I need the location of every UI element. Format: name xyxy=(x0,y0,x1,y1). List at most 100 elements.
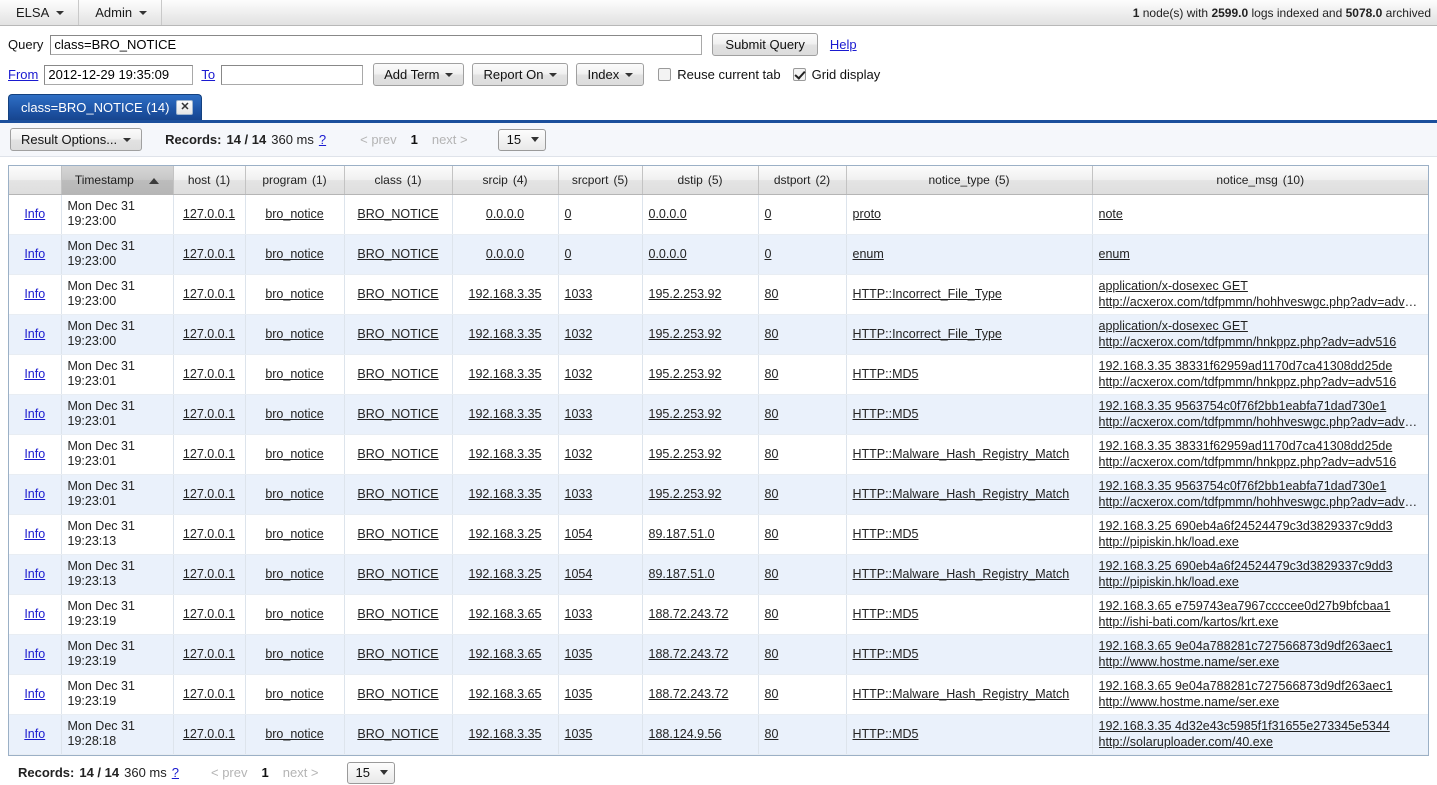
info-link[interactable]: Info xyxy=(24,447,45,461)
class-link[interactable]: BRO_NOTICE xyxy=(357,567,438,581)
srcip-link[interactable]: 192.168.3.65 xyxy=(469,647,542,661)
dstip-link[interactable]: 188.72.243.72 xyxy=(649,607,729,621)
srcport-link[interactable]: 1035 xyxy=(565,727,593,741)
notice-msg-link-1[interactable]: 192.168.3.25 690eb4a6f24524479c3d3829337… xyxy=(1099,519,1393,533)
from-label[interactable]: From xyxy=(8,67,38,82)
notice-type-link[interactable]: HTTP::Malware_Hash_Registry_Match xyxy=(853,687,1070,701)
footer-records-help-icon[interactable]: ? xyxy=(172,765,179,780)
class-link[interactable]: BRO_NOTICE xyxy=(357,687,438,701)
dstport-link[interactable]: 80 xyxy=(765,527,779,541)
current-page-number[interactable]: 1 xyxy=(411,132,418,147)
host-link[interactable]: 127.0.0.1 xyxy=(183,367,235,381)
menu-item-elsa[interactable]: ELSA xyxy=(0,0,80,25)
host-link[interactable]: 127.0.0.1 xyxy=(183,447,235,461)
srcport-link[interactable]: 1035 xyxy=(565,687,593,701)
srcip-link[interactable]: 192.168.3.25 xyxy=(469,567,542,581)
notice-msg-link-2[interactable]: http://pipiskin.hk/load.exe xyxy=(1099,535,1239,549)
prev-page-button[interactable]: < prev xyxy=(360,132,397,147)
info-link[interactable]: Info xyxy=(24,687,45,701)
dstport-link[interactable]: 80 xyxy=(765,447,779,461)
class-link[interactable]: BRO_NOTICE xyxy=(357,407,438,421)
notice-msg-link-1[interactable]: 192.168.3.35 4d32e43c5985f1f31655e273345… xyxy=(1099,719,1390,733)
info-link[interactable]: Info xyxy=(24,727,45,741)
info-link[interactable]: Info xyxy=(24,407,45,421)
dstport-link[interactable]: 80 xyxy=(765,287,779,301)
column-header-dstip[interactable]: dstip (5) xyxy=(642,166,759,195)
column-header-class[interactable]: class (1) xyxy=(344,166,453,195)
notice-msg-link-1[interactable]: 192.168.3.25 690eb4a6f24524479c3d3829337… xyxy=(1099,559,1393,573)
info-link[interactable]: Info xyxy=(24,367,45,381)
notice-msg-link-1[interactable]: 192.168.3.35 38331f62959ad1170d7ca41308d… xyxy=(1099,439,1393,453)
srcport-link[interactable]: 0 xyxy=(565,207,572,221)
dstport-link[interactable]: 80 xyxy=(765,647,779,661)
column-header-srcport[interactable]: srcport (5) xyxy=(558,166,643,195)
notice-type-link[interactable]: HTTP::Malware_Hash_Registry_Match xyxy=(853,567,1070,581)
grid-display-checkbox[interactable] xyxy=(792,68,806,81)
to-label[interactable]: To xyxy=(201,67,215,82)
notice-type-link[interactable]: HTTP::Malware_Hash_Registry_Match xyxy=(853,487,1070,501)
srcip-link[interactable]: 0.0.0.0 xyxy=(486,207,524,221)
dstport-link[interactable]: 0 xyxy=(765,207,772,221)
srcip-link[interactable]: 192.168.3.65 xyxy=(469,607,542,621)
dstip-link[interactable]: 89.187.51.0 xyxy=(649,527,715,541)
dstport-link[interactable]: 80 xyxy=(765,687,779,701)
footer-page-size-select[interactable]: 15 xyxy=(346,761,395,784)
dstip-link[interactable]: 195.2.253.92 xyxy=(649,447,722,461)
notice-msg-link-2[interactable]: http://acxerox.com/tdfpmmn/hohhveswgc.ph… xyxy=(1099,295,1423,309)
dstport-link[interactable]: 80 xyxy=(765,327,779,341)
program-link[interactable]: bro_notice xyxy=(265,647,323,661)
program-link[interactable]: bro_notice xyxy=(265,207,323,221)
submit-query-button[interactable]: Submit Query xyxy=(712,33,818,56)
program-link[interactable]: bro_notice xyxy=(265,567,323,581)
srcport-link[interactable]: 1033 xyxy=(565,287,593,301)
dstip-link[interactable]: 89.187.51.0 xyxy=(649,567,715,581)
notice-msg-link-2[interactable]: http://acxerox.com/tdfpmmn/hnkppz.php?ad… xyxy=(1099,375,1397,389)
srcport-link[interactable]: 1033 xyxy=(565,607,593,621)
dstip-link[interactable]: 188.124.9.56 xyxy=(649,727,722,741)
notice-type-link[interactable]: HTTP::Malware_Hash_Registry_Match xyxy=(853,447,1070,461)
notice-msg-link-1[interactable]: 192.168.3.65 e759743ea7967ccccee0d27b9bf… xyxy=(1099,599,1391,613)
close-icon[interactable]: ✕ xyxy=(176,100,194,115)
class-link[interactable]: BRO_NOTICE xyxy=(357,287,438,301)
notice-msg-link-2[interactable]: http://solaruploader.com/40.exe xyxy=(1099,735,1273,749)
info-link[interactable]: Info xyxy=(24,207,45,221)
notice-msg-link-2[interactable]: http://ishi-bati.com/kartos/krt.exe xyxy=(1099,615,1279,629)
srcport-link[interactable]: 1033 xyxy=(565,407,593,421)
srcport-link[interactable]: 1054 xyxy=(565,527,593,541)
tab-bro-notice[interactable]: class=BRO_NOTICE (14) ✕ xyxy=(8,94,203,120)
notice-msg-link-1[interactable]: 192.168.3.35 38331f62959ad1170d7ca41308d… xyxy=(1099,359,1393,373)
notice-type-link[interactable]: enum xyxy=(853,247,884,261)
srcip-link[interactable]: 192.168.3.35 xyxy=(469,447,542,461)
class-link[interactable]: BRO_NOTICE xyxy=(357,647,438,661)
column-header-notice-msg[interactable]: notice_msg (10) xyxy=(1092,166,1428,195)
notice-msg-link-1[interactable]: 192.168.3.65 9e04a788281c727566873d9df26… xyxy=(1099,639,1393,653)
next-page-button[interactable]: next > xyxy=(432,132,468,147)
class-link[interactable]: BRO_NOTICE xyxy=(357,327,438,341)
srcport-link[interactable]: 1035 xyxy=(565,647,593,661)
host-link[interactable]: 127.0.0.1 xyxy=(183,207,235,221)
notice-msg-link-2[interactable]: http://acxerox.com/tdfpmmn/hnkppz.php?ad… xyxy=(1099,335,1397,349)
srcip-link[interactable]: 0.0.0.0 xyxy=(486,247,524,261)
dstip-link[interactable]: 188.72.243.72 xyxy=(649,647,729,661)
from-input[interactable] xyxy=(44,64,194,85)
srcip-link[interactable]: 192.168.3.25 xyxy=(469,527,542,541)
program-link[interactable]: bro_notice xyxy=(265,367,323,381)
add-term-button[interactable]: Add Term xyxy=(373,63,465,86)
report-on-button[interactable]: Report On xyxy=(472,63,569,86)
column-header-host[interactable]: host (1) xyxy=(173,166,246,195)
info-link[interactable]: Info xyxy=(24,487,45,501)
dstip-link[interactable]: 0.0.0.0 xyxy=(649,247,687,261)
notice-type-link[interactable]: HTTP::MD5 xyxy=(853,527,919,541)
notice-type-link[interactable]: HTTP::MD5 xyxy=(853,407,919,421)
notice-type-link[interactable]: HTTP::Incorrect_File_Type xyxy=(853,287,1002,301)
notice-type-link[interactable]: HTTP::MD5 xyxy=(853,607,919,621)
srcip-link[interactable]: 192.168.3.35 xyxy=(469,407,542,421)
program-link[interactable]: bro_notice xyxy=(265,487,323,501)
dstport-link[interactable]: 80 xyxy=(765,407,779,421)
notice-msg-link-1[interactable]: note xyxy=(1099,207,1123,221)
host-link[interactable]: 127.0.0.1 xyxy=(183,647,235,661)
notice-msg-link-2[interactable]: http://pipiskin.hk/load.exe xyxy=(1099,575,1239,589)
dstip-link[interactable]: 195.2.253.92 xyxy=(649,367,722,381)
notice-msg-link-1[interactable]: application/x-dosexec GET xyxy=(1099,319,1248,333)
host-link[interactable]: 127.0.0.1 xyxy=(183,727,235,741)
